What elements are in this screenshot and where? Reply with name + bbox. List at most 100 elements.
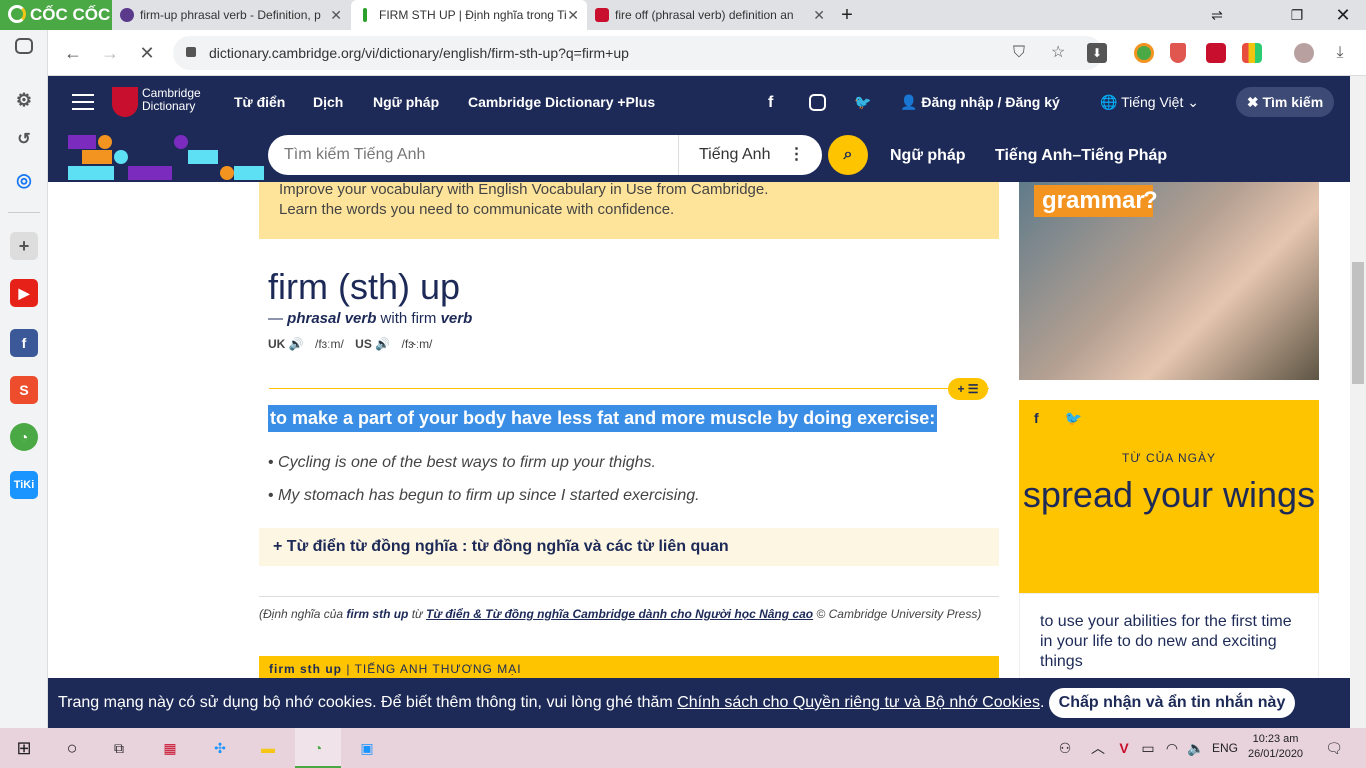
battery-icon[interactable]: ▭ xyxy=(1136,736,1160,760)
extension-red-icon[interactable] xyxy=(1206,43,1226,63)
close-window-button[interactable]: ✕ xyxy=(1320,0,1366,30)
volume-icon[interactable]: 🔈 xyxy=(1184,736,1208,760)
business-label: | TIẾNG ANH THƯƠNG MẠI xyxy=(342,662,522,676)
facebook-icon[interactable]: f xyxy=(768,76,773,129)
people-icon[interactable]: ⚇ xyxy=(1053,736,1077,760)
subnav-grammar[interactable]: Ngữ pháp xyxy=(890,129,966,182)
shield-icon[interactable]: ⛉ xyxy=(1013,36,1025,70)
search-toggle-button[interactable]: ✖ Tìm kiếm xyxy=(1236,87,1334,117)
credit-word: firm sth up xyxy=(346,607,409,621)
coccoc-menu-button[interactable]: CỐC CỐC xyxy=(0,0,112,30)
facebook-icon[interactable]: f xyxy=(10,329,38,357)
uk-ipa: /fɜːm/ xyxy=(314,337,344,351)
nav-dictionary[interactable]: Từ điển xyxy=(234,76,285,129)
facebook-share-icon[interactable]: f xyxy=(1034,410,1039,426)
decor-shape xyxy=(68,135,96,149)
cookie-text: Trang mạng này có sử dụng bộ nhớ cookies… xyxy=(58,694,678,711)
ad-tag-end: ? xyxy=(1143,187,1158,214)
word-of-the-day-card[interactable]: f 🐦 TỪ CỦA NGÀY spread your wings xyxy=(1019,400,1319,593)
stop-loading-button[interactable]: ✕ xyxy=(132,38,162,68)
sense-divider xyxy=(269,388,989,389)
extension-color-icon[interactable] xyxy=(1242,43,1262,63)
sidebar-toggle-icon[interactable] xyxy=(15,38,33,54)
cambridge-logo[interactable]: Cambridge Dictionary xyxy=(112,87,201,117)
new-tab-button[interactable]: + xyxy=(824,0,870,30)
coccoc-taskbar-button[interactable]: ◔ xyxy=(295,728,341,768)
shopee-icon[interactable]: S xyxy=(10,376,38,404)
search-button[interactable]: ⌕ xyxy=(828,135,868,175)
decor-shape xyxy=(128,166,172,180)
add-app-icon[interactable]: + xyxy=(10,232,38,260)
messenger-icon[interactable]: ◎ xyxy=(10,166,38,194)
scrollbar[interactable] xyxy=(1350,76,1366,728)
nav-translate[interactable]: Dịch xyxy=(313,76,343,129)
close-icon: ✖ xyxy=(1246,94,1263,110)
tab-firm-up-definition[interactable]: firm-up phrasal verb - Definition, p ✕ xyxy=(112,0,350,30)
extension-adblock-icon[interactable] xyxy=(1170,43,1186,63)
notifications-icon[interactable]: 🗨 xyxy=(1322,736,1346,760)
back-button[interactable]: ← xyxy=(58,38,88,68)
nav-plus[interactable]: Cambridge Dictionary +Plus xyxy=(468,76,655,129)
clock[interactable]: 10:23 am 26/01/2020 xyxy=(1248,732,1303,762)
bullet-icon: • xyxy=(268,487,279,504)
decor-shape xyxy=(114,150,128,164)
search-language-dropdown[interactable]: Tiếng Anh ⋮ xyxy=(678,135,804,175)
chevron-down-icon: ⌄ xyxy=(1183,94,1199,110)
wifi-icon[interactable]: ◠ xyxy=(1160,736,1184,760)
search-input[interactable]: Tìm kiếm Tiếng Anh Tiếng Anh ⋮ xyxy=(268,135,822,175)
input-language[interactable]: ENG xyxy=(1210,736,1240,760)
address-bar[interactable]: dictionary.cambridge.org/vi/dictionary/e… xyxy=(173,36,1107,70)
accept-cookies-button[interactable]: Chấp nhận và ẩn tin nhắn này xyxy=(1049,688,1295,718)
file-explorer-icon[interactable]: ▬ xyxy=(256,736,280,760)
login-link[interactable]: 👤 Đăng nhập / Đăng ký xyxy=(900,76,1060,129)
promo-banner[interactable]: Improve your vocabulary with English Voc… xyxy=(259,182,999,239)
windows-start-icon[interactable]: ⊞ xyxy=(12,736,36,760)
definition: to make a part of your body have less fa… xyxy=(268,405,938,432)
tab-search-icon[interactable]: ⇌ xyxy=(1194,0,1240,30)
thesaurus-expander[interactable]: + Từ điển từ đồng nghĩa : từ đồng nghĩa … xyxy=(259,528,999,566)
subnav-english-french[interactable]: Tiếng Anh–Tiếng Pháp xyxy=(995,129,1167,182)
forward-button[interactable]: → xyxy=(95,38,125,68)
twitter-share-icon[interactable]: 🐦 xyxy=(1065,410,1082,426)
grammar-ad-image[interactable]: grammar ? xyxy=(1019,182,1319,380)
download-page-icon[interactable]: ⬇ xyxy=(1087,43,1107,63)
language-selector[interactable]: 🌐 Tiếng Việt ⌄ xyxy=(1100,76,1199,129)
app-icon[interactable]: ✣ xyxy=(208,736,232,760)
extension-coccoc-icon[interactable] xyxy=(1134,43,1154,63)
history-icon[interactable]: ↺ xyxy=(10,126,38,154)
downloads-icon[interactable]: ⤓ xyxy=(1325,38,1355,68)
search-circle-icon[interactable]: ○ xyxy=(60,736,84,760)
close-tab-icon[interactable]: ✕ xyxy=(330,0,342,30)
task-view-icon[interactable]: ⧉ xyxy=(107,736,131,760)
youtube-icon[interactable]: ▶ xyxy=(10,279,38,307)
more-options-icon: ⋮ xyxy=(788,146,805,163)
us-audio-icon[interactable]: 🔊 xyxy=(375,337,390,351)
cambridge-shield-icon xyxy=(112,87,138,117)
wotd-word[interactable]: spread your wings xyxy=(1019,472,1319,518)
instagram-icon[interactable] xyxy=(809,94,826,111)
hamburger-menu-icon[interactable] xyxy=(72,94,94,110)
tab-fire-off-definition[interactable]: fire off (phrasal verb) definition an ✕ xyxy=(587,0,833,30)
settings-icon[interactable]: ⚙ xyxy=(10,86,38,114)
close-tab-icon[interactable]: ✕ xyxy=(567,0,579,30)
nav-grammar[interactable]: Ngữ pháp xyxy=(373,76,439,129)
twitter-icon[interactable]: 🐦 xyxy=(854,76,871,129)
pos-label: phrasal verb xyxy=(287,310,377,327)
add-to-wordlist-button[interactable]: + ☰ xyxy=(948,378,988,400)
credit-dictionary-link[interactable]: Từ điển & Từ đồng nghĩa Cambridge dành c… xyxy=(426,607,813,621)
bookmark-star-icon[interactable]: ☆ xyxy=(1051,36,1065,70)
app-icon[interactable]: ▣ xyxy=(355,736,379,760)
tiki-icon[interactable]: TiKi xyxy=(10,471,38,499)
wotd-share: f 🐦 xyxy=(1034,410,1082,427)
app-icon[interactable]: ▦ xyxy=(158,736,182,760)
uk-audio-icon[interactable]: 🔊 xyxy=(289,337,304,351)
cookie-policy-link[interactable]: Chính sách cho Quyền riêng tư và Bộ nhớ … xyxy=(677,694,1040,711)
unikey-icon[interactable]: V xyxy=(1112,736,1136,760)
tray-expand-icon[interactable]: ︿ xyxy=(1086,736,1110,760)
profile-avatar[interactable] xyxy=(1294,43,1314,63)
scrollbar-thumb[interactable] xyxy=(1352,262,1364,384)
coccoc-icon[interactable]: ◔ xyxy=(10,423,38,451)
tab-firm-sth-up-cambridge[interactable]: FIRM STH UP | Định nghĩa trong Ti ✕ xyxy=(351,0,587,30)
bullet-icon: • xyxy=(268,454,279,471)
restore-window-button[interactable]: ❐ xyxy=(1274,0,1320,30)
